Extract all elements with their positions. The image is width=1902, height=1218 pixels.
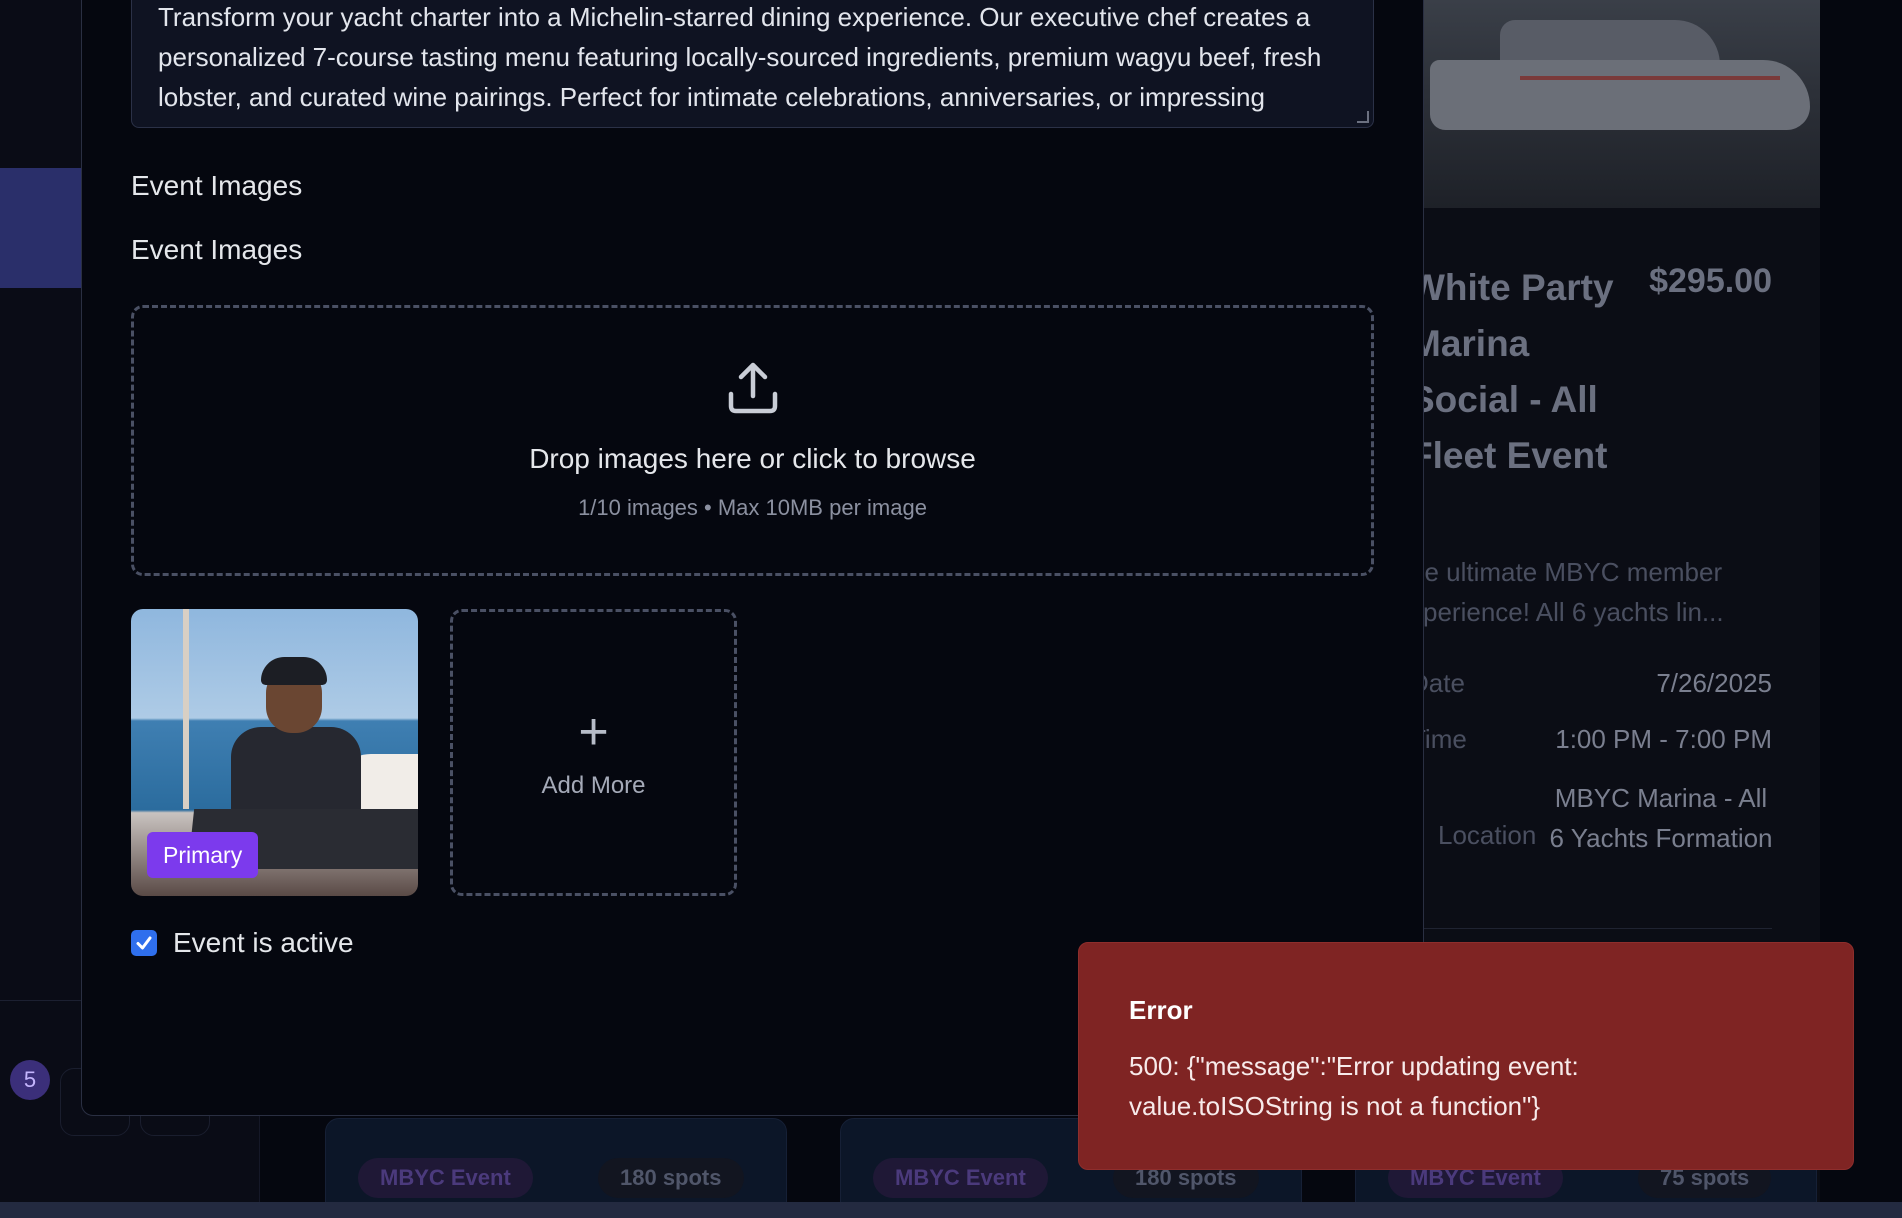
location-value: MBYC Marina - All 6 Yachts Formation [1549,783,1773,853]
add-more-button[interactable]: + Add More [450,609,737,896]
description-textarea[interactable]: Transform your yacht charter into a Mich… [131,0,1374,128]
event-tag-badge: MBYC Event [358,1158,533,1198]
add-more-label: Add More [541,771,646,799]
toast-message: 500: {"message":"Error updating event: v… [1129,1051,1579,1121]
image-thumbnail[interactable]: Primary [131,609,418,896]
error-toast[interactable]: Error 500: {"message":"Error updating ev… [1078,942,1854,1170]
time-value: 1:00 PM - 7:00 PM [1555,724,1772,754]
active-checkbox[interactable] [131,930,157,956]
notification-badge: 5 [10,1060,50,1100]
image-dropzone[interactable]: Drop images here or click to browse 1/10… [131,305,1374,576]
description-text: Transform your yacht charter into a Mich… [158,2,1322,127]
dropzone-sub-text: 1/10 images • Max 10MB per image [578,495,927,520]
event-card-title: White Party Marina Social - All Fleet Ev… [1410,267,1614,476]
toast-title: Error [1129,995,1193,1025]
event-card-date-row: Date 7/26/2025 [1410,668,1772,699]
event-tag-badge: MBYC Event [873,1158,1048,1198]
active-checkbox-label: Event is active [173,927,354,958]
event-card-time-row: Time 1:00 PM - 7:00 PM [1410,724,1772,755]
images-section-label: Event Images [131,170,303,201]
upload-icon [725,360,781,421]
dropzone-main-text: Drop images here or click to browse [529,443,976,474]
event-card-description: he ultimate MBYC member xperience! All 6… [1410,557,1724,627]
bottom-bar [0,1202,1902,1218]
location-label: Location [1438,820,1537,850]
images-field-label: Event Images [131,234,303,265]
event-card-image [1400,0,1820,208]
sidebar-active-item [0,168,90,288]
event-active-toggle[interactable]: Event is active [131,927,354,959]
event-card-price: $295.00 [1649,262,1772,300]
plus-icon: + [578,702,609,761]
date-value: 7/26/2025 [1656,668,1772,698]
event-card-divider [1410,928,1772,929]
resize-handle-icon[interactable] [1357,111,1369,123]
primary-badge: Primary [147,832,259,878]
spots-badge: 180 spots [598,1158,744,1198]
